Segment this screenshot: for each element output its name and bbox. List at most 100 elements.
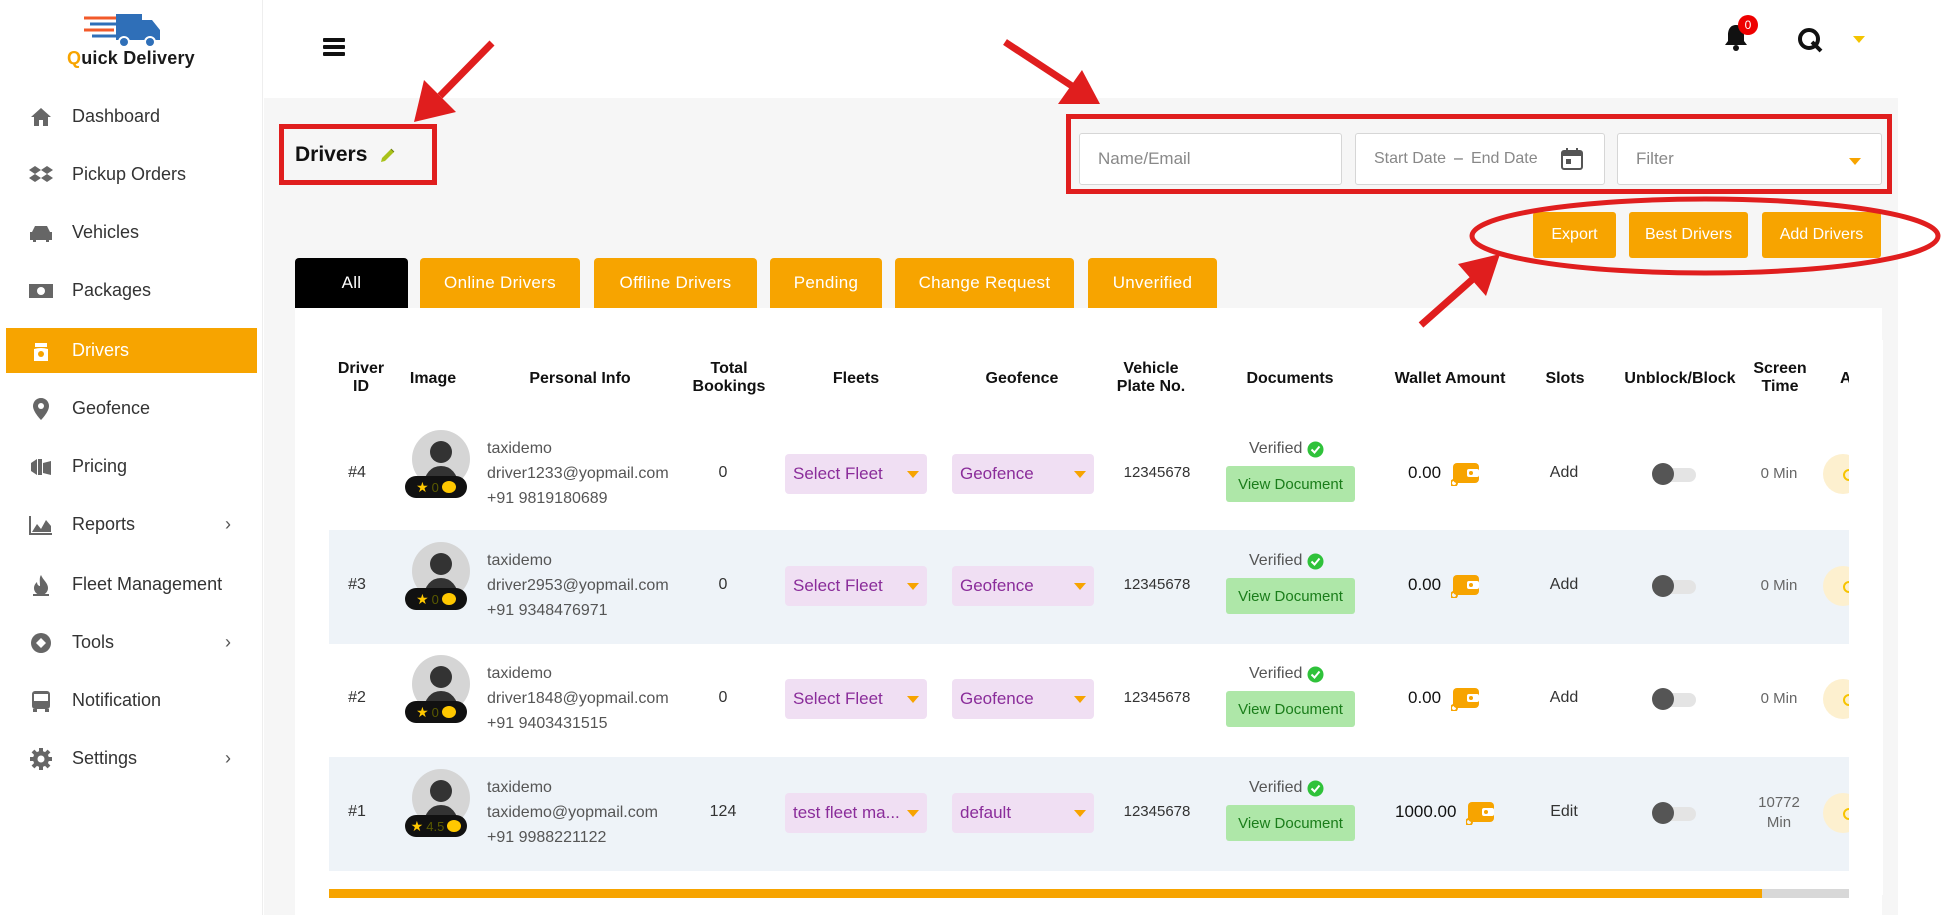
tab-all[interactable]: All xyxy=(295,258,408,308)
fleet-select[interactable]: test fleet ma... xyxy=(785,793,927,833)
tab-offline-drivers[interactable]: Offline Drivers xyxy=(594,258,757,308)
verified-check-icon xyxy=(1307,780,1324,796)
chevron-right-icon: › xyxy=(225,748,231,768)
rating-badge: ★ 0 xyxy=(405,476,467,498)
table-row: #3 ★ 0 taxidemo driver2953@yopmail.com +91 93… xyxy=(329,530,1863,644)
best-drivers-button[interactable]: Best Drivers xyxy=(1629,212,1748,258)
search-input[interactable]: Name/Email xyxy=(1079,133,1342,185)
sidebar-item-tools[interactable]: Tools › xyxy=(6,620,257,665)
sidebar-item-fleet-management[interactable]: Fleet Management xyxy=(6,562,257,607)
pricing-icon xyxy=(26,454,56,480)
add-drivers-button[interactable]: Add Drivers xyxy=(1762,212,1881,258)
view-document-button[interactable]: View Document xyxy=(1226,578,1355,614)
filter-placeholder: Filter xyxy=(1636,149,1674,168)
sidebar-item-label: Settings xyxy=(72,748,138,768)
document-status-label: Verified xyxy=(1249,665,1303,682)
view-document-button[interactable]: View Document xyxy=(1226,805,1355,841)
document-status: Verified xyxy=(1249,665,1324,683)
geofence-select[interactable]: Geofence xyxy=(952,679,1094,719)
sidebar-item-packages[interactable]: Packages xyxy=(6,268,257,313)
horizontal-scrollbar[interactable] xyxy=(329,889,1849,898)
sidebar-item-label: Vehicles xyxy=(72,222,140,242)
car-icon xyxy=(26,220,56,246)
fleet-select[interactable]: Select Fleet xyxy=(785,679,927,719)
slots-action[interactable]: Add xyxy=(1539,689,1589,707)
fleet-select[interactable]: Select Fleet xyxy=(785,454,927,494)
screen-time-value: 0 Min xyxy=(1760,465,1798,482)
wallet-icon[interactable] xyxy=(1451,572,1481,598)
tab-online-drivers[interactable]: Online Drivers xyxy=(420,258,580,308)
slots-action[interactable]: Add xyxy=(1539,464,1589,482)
wallet-icon[interactable] xyxy=(1466,799,1496,825)
sidebar-item-notification[interactable]: Notification xyxy=(6,678,257,723)
driver-email: taxidemo@yopmail.com xyxy=(487,804,658,821)
geofence-value: Geofence xyxy=(960,576,1034,595)
tab-unverified[interactable]: Unverified xyxy=(1088,258,1217,308)
slots-action[interactable]: Edit xyxy=(1539,803,1589,821)
table-row: #4 ★ 0 taxidemo driver1233@yopmail.com +91 98… xyxy=(329,418,1863,532)
block-toggle[interactable] xyxy=(1652,802,1698,824)
wallet-icon[interactable] xyxy=(1451,460,1481,486)
calendar-icon[interactable] xyxy=(1560,147,1584,171)
document-status: Verified xyxy=(1249,779,1324,797)
star-icon: ★ xyxy=(416,590,429,607)
total-bookings: 0 xyxy=(718,464,728,481)
user-avatar-icon[interactable] xyxy=(1796,26,1824,54)
wallet-icon[interactable] xyxy=(1451,685,1481,711)
sidebar-item-vehicles[interactable]: Vehicles xyxy=(6,210,257,255)
chevron-down-icon xyxy=(907,583,919,590)
wallet-amount: 0.00 xyxy=(1408,685,1481,711)
export-button[interactable]: Export xyxy=(1533,212,1616,258)
rating-badge: ★ 4.5 xyxy=(405,815,467,837)
block-toggle[interactable] xyxy=(1652,688,1698,710)
header-fleets: Fleets xyxy=(832,370,880,387)
sidebar-item-label: Dashboard xyxy=(72,106,161,126)
sidebar-item-dashboard[interactable]: Dashboard xyxy=(6,94,257,139)
sidebar-item-label: Packages xyxy=(72,280,152,300)
slots-action[interactable]: Add xyxy=(1539,576,1589,594)
block-toggle[interactable] xyxy=(1652,575,1698,597)
filter-select[interactable]: Filter xyxy=(1617,133,1882,185)
vehicle-plate: 12345678 xyxy=(1123,576,1191,593)
driver-id: #1 xyxy=(348,803,366,820)
view-document-button[interactable]: View Document xyxy=(1226,466,1355,502)
driver-id: #3 xyxy=(348,576,366,593)
geofence-select[interactable]: default xyxy=(952,793,1094,833)
sidebar-item-pickup-orders[interactable]: Pickup Orders xyxy=(6,152,257,197)
geofence-select[interactable]: Geofence xyxy=(952,566,1094,606)
sidebar-item-settings[interactable]: Settings › xyxy=(6,736,257,781)
geofence-select[interactable]: Geofence xyxy=(952,454,1094,494)
chart-area-icon xyxy=(26,512,56,538)
chevron-down-icon xyxy=(907,696,919,703)
geofence-value: Geofence xyxy=(960,689,1034,708)
wallet-value: 0.00 xyxy=(1408,575,1442,594)
menu-toggle-icon[interactable] xyxy=(323,38,345,56)
driver-id: #2 xyxy=(348,689,366,706)
tab-pending[interactable]: Pending xyxy=(770,258,882,308)
sidebar-item-geofence[interactable]: Geofence xyxy=(6,386,257,431)
tab-change-request[interactable]: Change Request xyxy=(895,258,1074,308)
toggle-knob xyxy=(1652,463,1674,485)
sidebar-item-reports[interactable]: Reports › xyxy=(6,502,257,547)
verified-check-icon xyxy=(1307,666,1324,682)
map-pin-icon xyxy=(26,396,56,422)
end-date-placeholder: End Date xyxy=(1470,150,1538,167)
fleet-select[interactable]: Select Fleet xyxy=(785,566,927,606)
sidebar-item-drivers[interactable]: Drivers xyxy=(6,328,257,373)
driver-name: taxidemo xyxy=(487,665,552,682)
driver-icon xyxy=(26,338,56,364)
block-toggle[interactable] xyxy=(1652,463,1698,485)
screen-time-value: Min xyxy=(1766,814,1792,831)
screen-time-value: 10772 xyxy=(1758,794,1800,811)
toggle-knob xyxy=(1652,575,1674,597)
scrollbar-thumb[interactable] xyxy=(329,889,1762,898)
chat-bubble-icon xyxy=(447,820,462,832)
date-range-input[interactable]: Start Date – End Date xyxy=(1355,133,1605,185)
personal-info: taxidemo taxidemo@yopmail.com +91 99882211… xyxy=(487,775,658,850)
view-document-button[interactable]: View Document xyxy=(1226,691,1355,727)
pencil-icon[interactable] xyxy=(379,146,397,164)
toggle-knob xyxy=(1652,688,1674,710)
sidebar-item-pricing[interactable]: Pricing xyxy=(6,444,257,489)
user-menu-caret-icon[interactable] xyxy=(1853,36,1865,43)
fleet-value: Select Fleet xyxy=(793,576,883,595)
